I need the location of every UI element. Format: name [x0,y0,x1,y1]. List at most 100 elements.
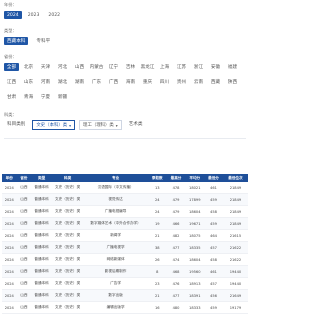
table-cell: 广播电视学 [83,241,148,254]
province-option[interactable]: 贵州 [174,78,189,86]
province-option[interactable]: 重庆 [140,78,155,86]
table-cell: 2024 [2,289,17,302]
province-option[interactable]: 广西 [106,78,121,86]
table-cell: 普通本科 [31,277,52,290]
province-option[interactable]: 上海 [157,63,172,71]
table-cell: 文史（历史）类 [52,182,84,194]
province-option[interactable]: 福建 [225,63,240,71]
province-option[interactable]: 全部 [4,63,19,72]
year-option-2022[interactable]: 2022 [45,11,63,19]
province-option[interactable]: 江苏 [174,63,189,71]
table-cell: 文史（历史）类 [52,289,84,302]
table-cell: 普通本科 [31,241,52,254]
column-header[interactable]: 最低分 [204,174,223,182]
province-option[interactable]: 新疆 [55,94,70,102]
column-header[interactable]: 省份 [16,174,32,182]
province-option[interactable]: 河南 [38,78,53,86]
province-option[interactable]: 辽宁 [106,63,121,71]
table-cell: 18604 [185,253,205,266]
table-cell: 普通本科 [31,217,52,230]
column-header[interactable]: 专业 [83,174,148,182]
table-cell: 山西 [16,301,32,314]
province-option[interactable]: 安徽 [208,63,223,71]
table-cell: 广告学 [83,277,148,290]
province-option[interactable]: 天津 [38,63,53,71]
province-option[interactable]: 内蒙古 [89,63,104,71]
table-cell: 16 [147,301,167,314]
province-option[interactable]: 青海 [21,94,36,102]
table-cell: 2024 [2,182,17,194]
table-cell: 普通本科 [31,265,52,278]
type-filter: 西藏本科 专科平 [4,37,53,46]
table-header-row: 年份 省份 类型 科类 专业 录取数 最高分 平均分 最低分 最低位次 [2,174,248,182]
province-option[interactable]: 湖北 [55,78,70,86]
table-row: 2024 山西 普通本科 文史（历史）类 编辑出版学 16 480 18333 459 19179 [2,301,248,314]
table-body: 2024 山西 普通本科 文史（历史）类 汉语国际（中文传播） 13 478 18021 461… [2,182,248,314]
divider [4,138,246,139]
table-cell: 24 [147,193,167,206]
table-cell: 21849 [222,217,248,230]
table-cell: 2024 [2,205,17,218]
column-header[interactable]: 平均分 [185,174,205,182]
category-option-art[interactable]: 艺术类 [126,121,146,129]
province-option[interactable]: 江西 [4,78,19,86]
province-option[interactable]: 宁夏 [38,94,53,102]
table-cell: 2024 [2,241,17,254]
table-cell: 13 [147,182,167,194]
province-option[interactable]: 山东 [21,78,36,86]
table-cell: 26 [147,253,167,266]
table-cell: 19440 [222,277,248,290]
type-option-college[interactable]: 专科平 [33,37,53,45]
year-option-2024[interactable]: 2024 [4,11,22,20]
table-cell: 文史（历史）类 [52,265,84,278]
table-cell: 21849 [222,182,248,194]
province-option[interactable]: 吉林 [123,63,138,71]
province-option[interactable]: 甘肃 [4,94,19,102]
province-option[interactable]: 海南 [123,78,138,86]
table-cell: 464 [204,229,223,242]
category-filter-label: 科类： [4,112,17,117]
table-cell: 山西 [16,205,32,218]
table-cell: 网络新媒体 [83,253,148,266]
category-dropdown-liberal-arts[interactable]: 文史（本科）类 ▾ [32,120,76,131]
table-cell: 文史（历史）类 [52,217,84,230]
province-option[interactable]: 山西 [72,63,87,71]
table-cell: 18335 [185,241,205,254]
table-row: 2024 山西 普通本科 文史（历史）类 数字出版 21 477 18391 456 21649 [2,289,248,302]
province-option[interactable]: 云南 [191,78,206,86]
province-option[interactable]: 四川 [157,78,172,86]
table-cell: 2024 [2,229,17,242]
table-cell: 山西 [16,193,32,206]
year-filter-label: 年份： [4,2,17,7]
table-cell: 476 [166,277,186,290]
province-option[interactable]: 湖南 [72,78,87,86]
province-option[interactable]: 陕西 [225,78,240,86]
column-header[interactable]: 类型 [31,174,52,182]
table-cell: 480 [166,301,186,314]
table-cell: 461 [204,265,223,278]
province-option[interactable]: 黑龙江 [140,63,155,71]
type-option-bachelor[interactable]: 西藏本科 [4,37,29,46]
table-cell: 21649 [222,289,248,302]
table-cell: 2024 [2,301,17,314]
province-option[interactable]: 北京 [21,63,36,71]
year-option-2023[interactable]: 2023 [25,11,43,19]
table-cell: 21615 [222,229,248,242]
column-header[interactable]: 最低位次 [222,174,248,182]
category-dropdown-science[interactable]: 理工（理科）类 ▾ [79,120,122,131]
table-cell: 影视后期制作 [83,265,148,278]
column-header[interactable]: 录取数 [147,174,167,182]
province-option[interactable]: 浙江 [191,63,206,71]
table-cell: 普通本科 [31,253,52,266]
province-option[interactable]: 广东 [89,78,104,86]
column-header[interactable]: 最高分 [166,174,186,182]
province-option[interactable]: 西藏 [208,78,223,86]
category-option-subject[interactable]: 科目类别 [4,121,28,129]
column-header[interactable]: 年份 [2,174,17,182]
type-filter-label: 类型： [4,28,17,33]
province-option[interactable]: 河北 [55,63,70,71]
column-header[interactable]: 科类 [52,174,84,182]
table-cell: 视觉传达 [83,193,148,206]
table-row: 2024 山西 普通本科 文史（历史）类 网络新媒体 26 474 18604 458 21622 [2,253,248,266]
table-cell: 459 [204,217,223,230]
